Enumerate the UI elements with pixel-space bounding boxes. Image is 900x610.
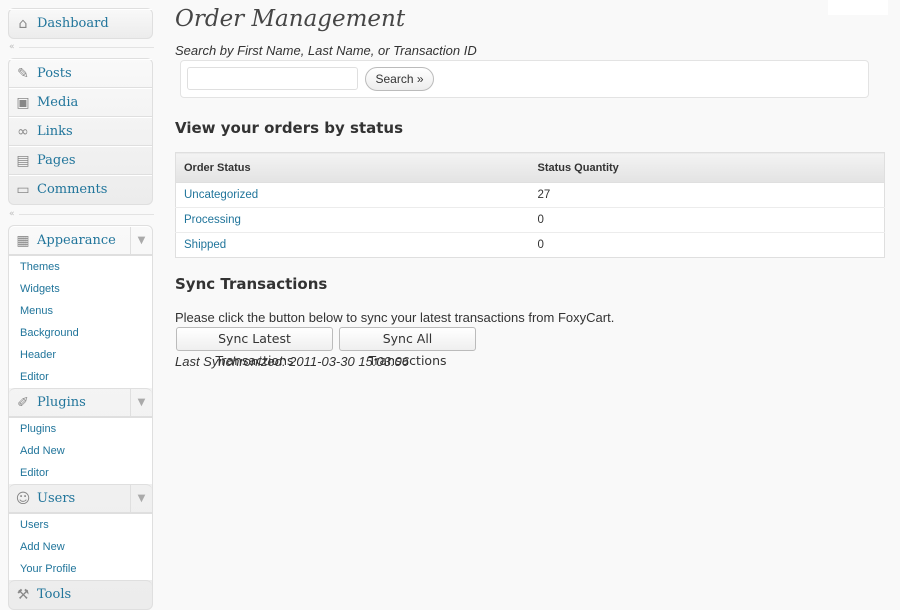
order-status-table: Order Status Status Quantity Uncategoriz… [175,152,885,258]
table-header-row: Order Status Status Quantity [175,152,885,183]
expand-arrow-icon[interactable]: ▼ [130,227,152,255]
appearance-submenu: Themes Widgets Menus Background Header E… [9,255,152,388]
plugins-submenu: Plugins Add New Editor [9,417,152,484]
table-row: Uncategorized 27 [175,182,885,208]
screen-area-top-right [828,0,888,15]
submenu-item-header[interactable]: Header [9,344,152,366]
page-title: Order Management [175,6,406,32]
sidebar-item-label: Comments [37,182,108,197]
table-row: Shipped 0 [175,232,885,258]
submenu-item-plugin-editor[interactable]: Editor [9,462,152,484]
menu-group-content: ✎ Posts ▣ Media ∞ Links ▤ Pages ▭ Commen… [8,58,153,205]
menu-collapse-separator[interactable]: « [9,209,154,219]
sidebar-item-comments[interactable]: ▭ Comments [9,175,152,204]
users-submenu: Users Add New Your Profile [9,513,152,580]
menu-collapse-separator[interactable]: « [9,42,154,52]
last-synchronized-text: Last Synchronized: 2011-03-30 15:03:06 [175,354,409,369]
submenu-item-plugins[interactable]: Plugins [9,418,152,440]
status-quantity: 0 [529,232,885,258]
media-icon: ▣ [16,95,30,111]
sidebar-item-label: Dashboard [37,16,109,31]
users-icon: ☺ [15,491,31,507]
sync-all-button[interactable]: Sync All Transactions [339,327,476,368]
sidebar-item-label: Media [37,95,79,110]
submenu-item-editor[interactable]: Editor [9,366,152,388]
column-header-order-status: Order Status [175,152,530,183]
sidebar-item-pages[interactable]: ▤ Pages [9,146,152,175]
status-link-processing[interactable]: Processing [184,214,241,226]
status-link-uncategorized[interactable]: Uncategorized [184,189,258,201]
search-panel: Search » [180,60,869,98]
sync-instructions: Please click the button below to sync yo… [175,310,615,325]
plugin-icon: ✐ [17,395,29,411]
sidebar-item-media[interactable]: ▣ Media [9,88,152,117]
menu-group-appearance: ▦ Appearance ▼ Themes Widgets Menus Back… [8,225,153,610]
sync-latest-button[interactable]: Sync Latest Transactions [176,327,333,368]
sidebar-item-tools[interactable]: ⚒ Tools [9,580,152,609]
submenu-item-your-profile[interactable]: Your Profile [9,558,152,580]
table-row: Processing 0 [175,207,885,233]
sidebar-item-appearance[interactable]: ▦ Appearance ▼ [9,226,152,255]
submenu-item-menus[interactable]: Menus [9,300,152,322]
search-label: Search by First Name, Last Name, or Tran… [175,43,477,58]
column-header-status-quantity: Status Quantity [529,152,885,183]
sidebar-item-users[interactable]: ☺ Users ▼ [9,484,152,513]
expand-arrow-icon[interactable]: ▼ [130,389,152,417]
sidebar-item-label: Posts [37,66,72,81]
submenu-item-add-new-plugin[interactable]: Add New [9,440,152,462]
status-section-heading: View your orders by status [175,119,404,137]
submenu-item-add-new-user[interactable]: Add New [9,536,152,558]
sidebar-item-posts[interactable]: ✎ Posts [9,59,152,88]
status-link-shipped[interactable]: Shipped [184,239,226,251]
pushpin-icon: ✎ [17,66,29,82]
sidebar-item-label: Pages [37,153,76,168]
menu-group-dashboard: ⌂ Dashboard [8,8,153,39]
search-button[interactable]: Search » [365,67,434,91]
link-icon: ∞ [17,124,29,140]
admin-sidebar: ⌂ Dashboard « ✎ Posts ▣ Media ∞ Links ▤ … [0,0,162,610]
collapse-arrow-icon: « [9,209,15,219]
sidebar-item-links[interactable]: ∞ Links [9,117,152,146]
expand-arrow-icon[interactable]: ▼ [130,485,152,513]
status-quantity: 27 [529,182,885,208]
sidebar-item-label: Appearance [37,233,116,248]
pages-icon: ▤ [16,153,30,169]
sidebar-item-dashboard[interactable]: ⌂ Dashboard [9,9,152,38]
submenu-item-widgets[interactable]: Widgets [9,278,152,300]
dashboard-icon: ⌂ [18,16,28,32]
sidebar-item-label: Tools [37,587,72,602]
search-input[interactable] [187,67,358,90]
sidebar-item-label: Links [37,124,73,139]
appearance-icon: ▦ [16,233,30,249]
submenu-item-users[interactable]: Users [9,514,152,536]
sidebar-item-plugins[interactable]: ✐ Plugins ▼ [9,388,152,417]
submenu-item-background[interactable]: Background [9,322,152,344]
sidebar-item-label: Users [37,491,76,506]
sidebar-item-label: Plugins [37,395,86,410]
tools-icon: ⚒ [16,587,30,603]
status-quantity: 0 [529,207,885,233]
submenu-item-themes[interactable]: Themes [9,256,152,278]
collapse-arrow-icon: « [9,42,15,52]
comment-icon: ▭ [16,182,30,198]
sync-section-heading: Sync Transactions [175,275,328,293]
